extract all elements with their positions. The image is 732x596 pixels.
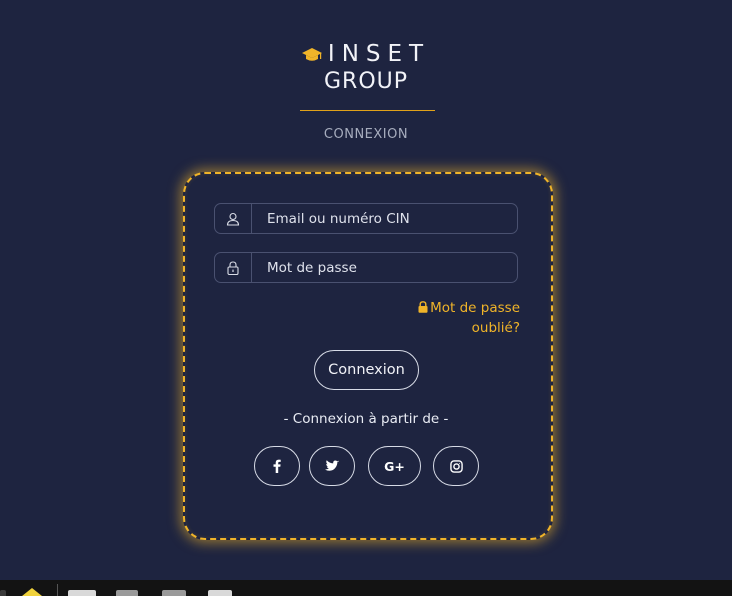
forgot-password-link[interactable]: Mot de passe oublié? [390, 298, 520, 338]
social-login-caption: - Connexion à partir de - [283, 411, 449, 427]
graduation-cap-icon [301, 48, 322, 61]
facebook-icon [273, 459, 281, 473]
page-title: CONNEXION [323, 127, 409, 142]
lock-icon [418, 301, 428, 313]
brand-group: GROUP [323, 69, 409, 94]
taskbar-item[interactable] [0, 590, 6, 596]
forgot-password-line2: oublié? [471, 320, 520, 336]
taskbar-item[interactable] [208, 590, 232, 596]
taskbar-app-icon[interactable] [22, 588, 42, 596]
brand-logo: INSET GROUP [0, 40, 732, 96]
instagram-login-button[interactable] [433, 446, 479, 486]
taskbar-item[interactable] [116, 590, 138, 596]
password-input[interactable] [252, 253, 517, 282]
email-input[interactable] [252, 204, 517, 233]
twitter-login-button[interactable] [309, 446, 355, 486]
google-plus-login-button[interactable]: G+ [368, 446, 421, 486]
taskbar-item[interactable] [162, 590, 186, 596]
email-field[interactable] [214, 203, 518, 234]
google-plus-icon: G+ [384, 458, 405, 474]
twitter-icon [325, 460, 339, 471]
taskbar-separator [57, 584, 58, 596]
taskbar-item[interactable] [68, 590, 96, 596]
brand-name: INSET [327, 41, 431, 67]
user-icon [215, 204, 252, 233]
password-field[interactable] [214, 252, 518, 283]
instagram-icon [449, 459, 463, 473]
brand-line-top: INSET [0, 40, 732, 68]
brand-divider [300, 110, 435, 111]
facebook-login-button[interactable] [254, 446, 300, 486]
login-page: INSET GROUP CONNEXION Mot de passe [0, 0, 732, 596]
lock-icon [215, 253, 252, 282]
forgot-password-line1: Mot de passe [430, 300, 520, 316]
taskbar [0, 580, 732, 596]
login-button[interactable]: Connexion [314, 350, 419, 390]
